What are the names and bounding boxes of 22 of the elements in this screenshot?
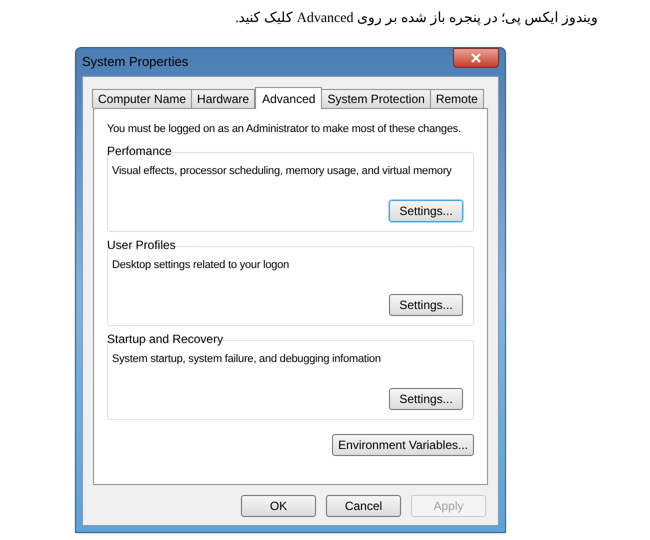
group-title: Startup and Recovery: [107, 332, 224, 346]
notice-text: You must be logged on as an Administrator to make most of these changes.: [107, 122, 462, 137]
close-button[interactable]: [453, 48, 499, 68]
tab[interactable]: Advanced: [255, 87, 322, 109]
group-description: Desktop settings related to your logon: [112, 258, 290, 272]
tab[interactable]: Hardware: [191, 89, 256, 108]
group-description: Visual effects, processor scheduling, memory usage, and virtual memory: [112, 164, 453, 178]
dialog-button[interactable]: OK: [241, 495, 316, 517]
dialog-button[interactable]: Cancel: [326, 495, 401, 517]
environment-variables-button[interactable]: Environment Variables...: [332, 434, 474, 456]
settings-button[interactable]: Settings...: [389, 200, 463, 222]
tab[interactable]: Computer Name: [92, 89, 192, 108]
close-icon: [471, 53, 481, 63]
group-description: System startup, system failure, and debugging infomation: [112, 352, 382, 366]
group-title: Perfomance: [107, 144, 173, 158]
group-title: User Profiles: [107, 238, 177, 252]
caption-text: ویندوز ایکس پی؛ در پنجره باز شده بر روی Advanced کلیک کنید.: [235, 10, 598, 28]
settings-button[interactable]: Settings...: [389, 294, 463, 316]
tab[interactable]: System Protection: [321, 89, 431, 108]
tab[interactable]: Remote: [430, 89, 484, 108]
settings-button[interactable]: Settings...: [389, 388, 463, 410]
window-title: System Properties: [82, 53, 188, 72]
